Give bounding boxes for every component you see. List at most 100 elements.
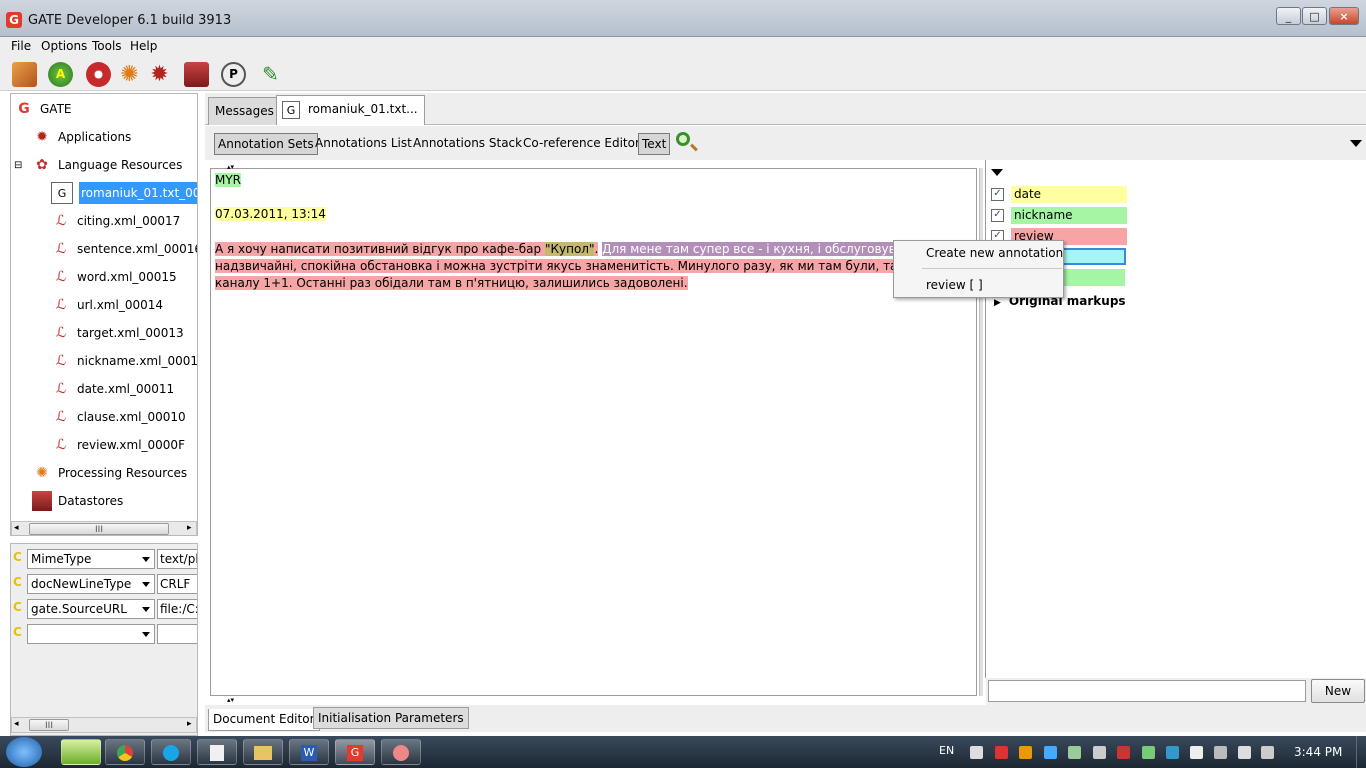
annotations-list-button[interactable]: Annotations List (312, 133, 415, 155)
maximize-button[interactable]: □ (1302, 7, 1327, 25)
tree-doc-sentence[interactable]: ℒ sentence.xml_00016 (51, 235, 197, 263)
tree-horizontal-scrollbar[interactable]: ◂ III ▸ (11, 521, 197, 535)
chrome-icon[interactable] (105, 739, 145, 765)
scroll-right-icon[interactable]: ▸ (187, 719, 192, 729)
tab-messages[interactable]: Messages (208, 97, 281, 125)
new-set-name-field[interactable] (988, 680, 1306, 702)
load-plugin-icon[interactable] (86, 62, 111, 87)
explorer-icon[interactable] (243, 739, 283, 765)
feature-name-combo[interactable]: gate.SourceURL (27, 599, 155, 619)
text-button[interactable]: Text (638, 133, 671, 155)
splitter-arrows-icon[interactable]: ▴▾ (227, 696, 234, 704)
close-button[interactable]: × (1329, 7, 1359, 25)
tray-icon[interactable] (970, 746, 983, 759)
tab-document-editor[interactable]: Document Editor (208, 709, 320, 731)
tab-initialisation-parameters[interactable]: Initialisation Parameters (313, 707, 469, 729)
minimize-button[interactable]: _ (1276, 7, 1301, 25)
tree-doc-word[interactable]: ℒ word.xml_00015 (51, 263, 177, 291)
scrollbar-thumb[interactable]: III (29, 719, 69, 731)
text-paragraph-review: А я хочу написати позитивний відгук про … (215, 241, 976, 292)
pipeline-icon[interactable]: P (221, 62, 246, 87)
feature-name-combo[interactable]: docNewLineType (27, 574, 155, 594)
avast-icon[interactable] (61, 739, 101, 765)
start-button[interactable] (6, 737, 42, 767)
review-annotation-item[interactable]: review [ ] (894, 274, 1065, 296)
gate-icon[interactable]: G (335, 739, 375, 765)
tray-icon[interactable] (1019, 746, 1032, 759)
annotations-stack-button[interactable]: Annotations Stack (410, 133, 525, 155)
new-set-button[interactable]: New (1311, 679, 1365, 703)
feature-value-field[interactable]: CRLF (157, 574, 197, 594)
menu-help[interactable]: Help (130, 39, 157, 53)
document-text-area[interactable]: MYR 07.03.2011, 13:14 А я хочу написати … (210, 168, 977, 696)
tray-icon[interactable] (1142, 746, 1155, 759)
scrollbar-thumb[interactable]: III (29, 523, 169, 535)
annotation-type-row[interactable]: ✓ nickname (991, 205, 1127, 225)
clock[interactable]: 3:44 PM (1294, 745, 1342, 759)
scroll-left-icon[interactable]: ◂ (14, 719, 19, 729)
tree-doc-date[interactable]: ℒ date.xml_00011 (51, 375, 174, 403)
tab-document[interactable]: G romaniuk_01.txt... (276, 95, 425, 125)
dropdown-arrow-icon (142, 632, 150, 637)
annotation-type-row[interactable]: ✓ date (991, 184, 1127, 204)
show-desktop-button[interactable] (1356, 736, 1366, 768)
tray-icon[interactable] (1093, 746, 1106, 759)
volume-icon[interactable] (1261, 746, 1274, 759)
collapse-icon[interactable]: ⊟ (14, 160, 24, 171)
tree-item-processing-resources[interactable]: ✺ Processing Resources (32, 459, 187, 487)
edit-icon[interactable]: ✎ (258, 62, 283, 87)
create-new-annotation-item[interactable]: Create new annotation (894, 242, 1065, 264)
language-indicator[interactable]: EN (939, 744, 954, 757)
datastore-icon[interactable] (184, 62, 209, 87)
checkbox-icon[interactable]: ✓ (991, 187, 1004, 201)
annie-icon[interactable]: ✹ (147, 62, 172, 87)
new-feature-value-field[interactable] (157, 624, 197, 644)
tree-doc-romaniuk[interactable]: G romaniuk_01.txt_0001 (51, 179, 197, 207)
menu-tools[interactable]: Tools (92, 39, 122, 53)
tree-doc-review[interactable]: ℒ review.xml_0000F (51, 431, 185, 459)
features-horizontal-scrollbar[interactable]: ◂ III ▸ (11, 717, 197, 733)
scroll-right-icon[interactable]: ▸ (187, 523, 192, 533)
bluetooth-icon[interactable] (1044, 746, 1057, 759)
flag-icon[interactable] (1190, 746, 1203, 759)
splitter-arrows-icon[interactable]: ▴▾ (227, 163, 234, 171)
tree-doc-nickname[interactable]: ℒ nickname.xml_00012 (51, 347, 197, 375)
tree-root[interactable]: G GATE (14, 95, 71, 123)
notepad-icon[interactable] (197, 739, 237, 765)
feature-marker: C (13, 550, 22, 564)
tree-item-language-resources[interactable]: ⊟ ✿ Language Resources (14, 151, 182, 179)
feature-value-field[interactable]: text/pla (157, 549, 197, 569)
expand-icon[interactable]: ▶ (994, 298, 1001, 308)
checkbox-icon[interactable]: ✓ (991, 208, 1004, 222)
skype-icon[interactable] (151, 739, 191, 765)
tree-doc-url[interactable]: ℒ url.xml_00014 (51, 291, 163, 319)
paint-icon[interactable] (381, 739, 421, 765)
open-resource-icon[interactable] (12, 62, 37, 87)
tree-doc-target[interactable]: ℒ target.xml_00013 (51, 319, 184, 347)
menu-options[interactable]: Options (41, 39, 87, 53)
options-dropdown-icon[interactable] (1350, 140, 1362, 147)
tray-icon[interactable] (1117, 746, 1130, 759)
processing-resource-icon[interactable]: ✺ (117, 62, 142, 87)
new-feature-name-combo[interactable] (27, 624, 155, 644)
annotation-sets-button[interactable]: Annotation Sets (214, 133, 318, 155)
feature-value-field[interactable]: file:/C:/ (157, 599, 197, 619)
tree-item-applications[interactable]: ✹ Applications (32, 123, 131, 151)
new-application-icon[interactable]: A (48, 62, 73, 87)
tree-doc-citing[interactable]: ℒ citing.xml_00017 (51, 207, 180, 235)
coreference-editor-button[interactable]: Co-reference Editor (520, 133, 643, 155)
word-icon[interactable]: W (289, 739, 329, 765)
tray-icon[interactable] (1166, 746, 1179, 759)
scroll-left-icon[interactable]: ◂ (14, 523, 19, 533)
network-icon[interactable] (1238, 746, 1251, 759)
tree-item-datastores[interactable]: Datastores (32, 487, 123, 515)
tray-icon[interactable] (995, 746, 1008, 759)
tray-icon[interactable] (1214, 746, 1227, 759)
tree-doc-clause[interactable]: ℒ clause.xml_00010 (51, 403, 186, 431)
annotation-date: 07.03.2011, 13:14 (215, 207, 326, 221)
search-icon[interactable] (675, 131, 698, 153)
feature-name-combo[interactable]: MimeType (27, 549, 155, 569)
tray-icon[interactable] (1068, 746, 1081, 759)
expand-default-set-icon[interactable] (991, 169, 1003, 176)
menu-file[interactable]: File (11, 39, 31, 53)
